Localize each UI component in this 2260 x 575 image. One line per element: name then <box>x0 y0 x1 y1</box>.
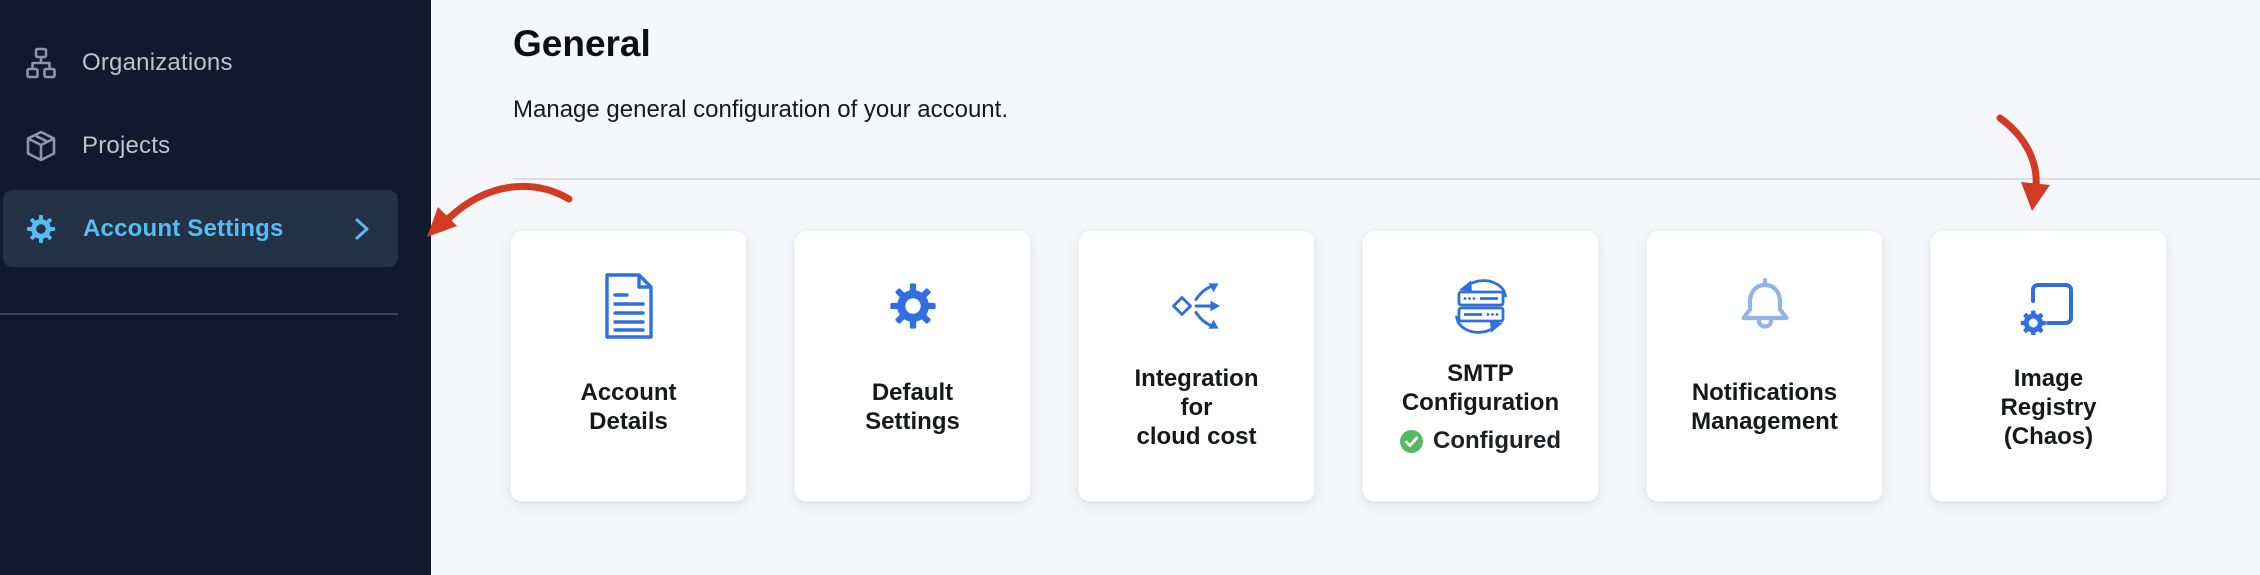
card-account-details[interactable]: Account Details <box>510 230 747 502</box>
sidebar-item-organizations[interactable]: Organizations <box>0 24 398 101</box>
check-circle-icon <box>1400 430 1423 453</box>
page-gear-icon <box>2019 273 2079 339</box>
card-integration-cloud-cost[interactable]: Integration for cloud cost <box>1078 230 1315 502</box>
card-title: SMTP Configuration <box>1402 359 1559 417</box>
sidebar: Organizations Projects <box>0 0 431 575</box>
page-subtitle: Manage general configuration of your acc… <box>513 96 1008 124</box>
card-title: Integration for cloud cost <box>1135 364 1259 451</box>
gear-icon <box>884 273 942 339</box>
content-divider <box>513 178 2260 180</box>
document-icon <box>603 273 655 339</box>
main-content: General Manage general configuration of … <box>431 0 2260 575</box>
sidebar-divider <box>0 313 398 315</box>
card-title: Account Details <box>581 378 677 436</box>
server-sync-icon <box>1453 273 1509 339</box>
status-label: Configured <box>1433 427 1561 455</box>
bell-icon <box>1740 273 1790 339</box>
card-title: Image Registry (Chaos) <box>2000 364 2096 451</box>
page-title: General <box>513 22 651 66</box>
status-badge: Configured <box>1400 427 1561 455</box>
settings-cards-row: Account Details <box>510 230 2167 502</box>
card-default-settings[interactable]: Default Settings <box>794 230 1031 502</box>
card-notifications-management[interactable]: Notifications Management <box>1646 230 1883 502</box>
app-window: Organizations Projects <box>0 0 2260 575</box>
card-title: Default Settings <box>865 378 960 436</box>
org-chart-icon <box>24 46 58 80</box>
card-smtp-configuration[interactable]: SMTP Configuration Configured <box>1362 230 1599 502</box>
sidebar-item-projects[interactable]: Projects <box>0 107 398 184</box>
card-title: Notifications Management <box>1691 378 1838 436</box>
gear-icon <box>23 211 59 247</box>
sidebar-item-label: Projects <box>82 132 170 160</box>
sidebar-item-label: Organizations <box>82 49 233 77</box>
chevron-right-icon <box>354 216 370 242</box>
sidebar-item-account-settings[interactable]: Account Settings <box>3 190 398 267</box>
share-arrows-icon <box>1172 273 1222 339</box>
cube-icon <box>24 129 58 163</box>
sidebar-nav: Organizations Projects <box>0 0 431 267</box>
sidebar-item-label: Account Settings <box>83 215 284 243</box>
card-image-registry-chaos[interactable]: Image Registry (Chaos) <box>1930 230 2167 502</box>
